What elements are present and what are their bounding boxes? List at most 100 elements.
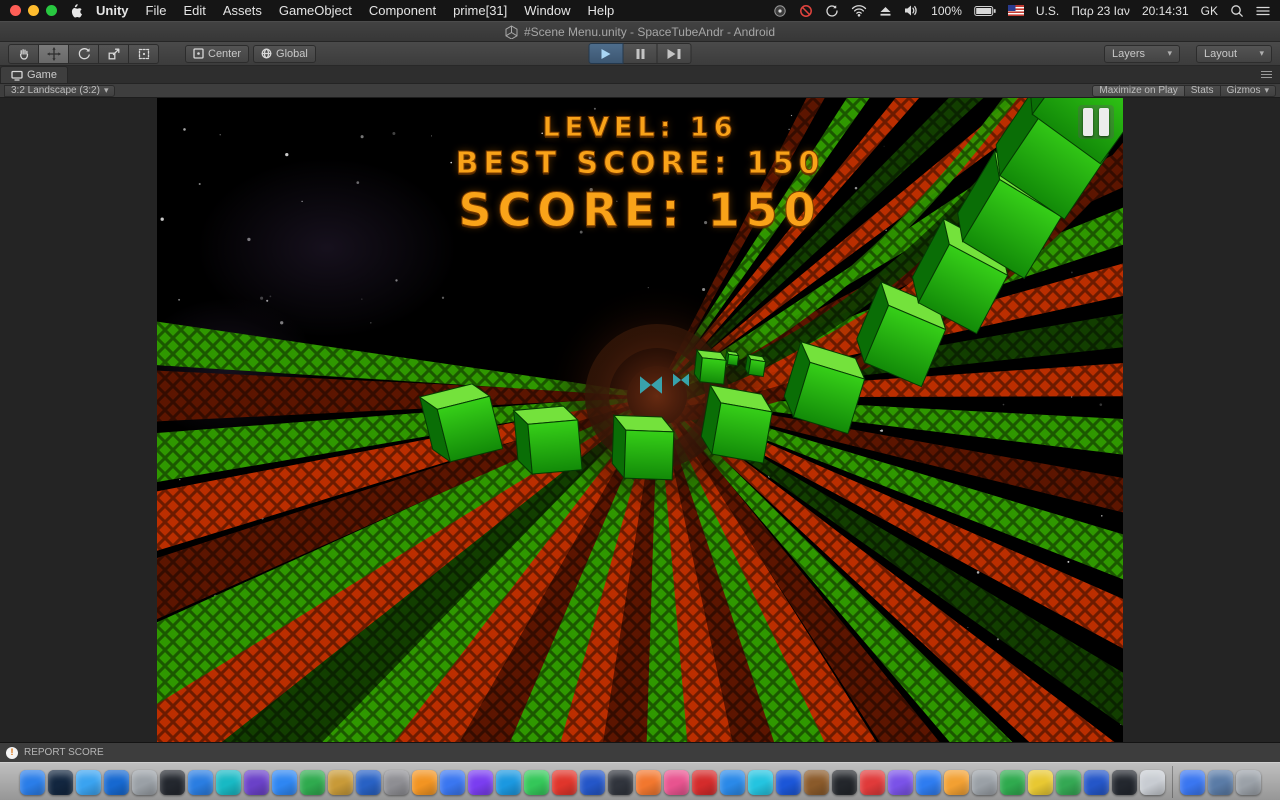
menu-help[interactable]: Help (588, 3, 615, 18)
minimize-button[interactable] (28, 5, 39, 16)
dock-icon-29[interactable] (804, 770, 829, 795)
dock-icon-6[interactable] (160, 770, 185, 795)
spotlight-icon[interactable] (1230, 4, 1244, 18)
menubar-clock[interactable]: 20:14:31 (1142, 4, 1189, 18)
keyboard-layout-label[interactable]: U.S. (1036, 4, 1059, 18)
dock-icon-4[interactable] (104, 770, 129, 795)
menubar-app-icon[interactable] (773, 4, 787, 18)
menubar-date[interactable]: Παρ 23 Ιαν (1071, 4, 1130, 18)
chevron-down-icon: ▾ (1264, 86, 1269, 95)
dock-icon-31[interactable] (860, 770, 885, 795)
rotate-tool-button[interactable] (69, 44, 99, 64)
dock-icon-20[interactable] (552, 770, 577, 795)
notification-center-icon[interactable] (1256, 5, 1270, 17)
scale-tool-button[interactable] (99, 44, 129, 64)
apple-menu[interactable] (69, 3, 82, 18)
keyboard-layout-flag-icon[interactable] (1008, 5, 1024, 16)
pivot-toggle-button[interactable]: Center (185, 45, 249, 63)
dock-icon-36[interactable] (1000, 770, 1025, 795)
space-toggle-button[interactable]: Global (253, 45, 316, 63)
battery-icon[interactable] (974, 5, 996, 17)
menu-file[interactable]: File (146, 3, 167, 18)
hand-tool-button[interactable] (8, 44, 39, 64)
dock-icon-14[interactable] (384, 770, 409, 795)
dock-icon-21[interactable] (580, 770, 605, 795)
dock-icon-3[interactable] (76, 770, 101, 795)
console-status-bar[interactable]: ! REPORT SCORE (0, 742, 1280, 762)
dock-icon-15[interactable] (412, 770, 437, 795)
dock-icon-43[interactable] (1208, 770, 1233, 795)
dock-icon-1[interactable] (20, 770, 45, 795)
close-button[interactable] (10, 5, 21, 16)
dock-icon-23[interactable] (636, 770, 661, 795)
dock-icon-16[interactable] (440, 770, 465, 795)
dock-icon-11[interactable] (300, 770, 325, 795)
user-menu[interactable]: GK (1201, 4, 1218, 18)
menu-gameobject[interactable]: GameObject (279, 3, 352, 18)
dock-icon-22[interactable] (608, 770, 633, 795)
layers-dropdown[interactable]: Layers ▾ (1104, 45, 1180, 63)
dock-icon-44[interactable] (1236, 770, 1261, 795)
dock-icon-37[interactable] (1028, 770, 1053, 795)
step-button[interactable] (658, 43, 692, 64)
eject-icon[interactable] (879, 5, 892, 17)
dock-icon-40[interactable] (1112, 770, 1137, 795)
dock-icon-5[interactable] (132, 770, 157, 795)
dock-icon-12[interactable] (328, 770, 353, 795)
aspect-dropdown[interactable]: 3:2 Landscape (3:2) ▾ (4, 85, 115, 97)
stats-button[interactable]: Stats (1185, 85, 1221, 97)
dock-icon-8[interactable] (216, 770, 241, 795)
dock-icon-2[interactable] (48, 770, 73, 795)
dock-icon-7[interactable] (188, 770, 213, 795)
dock-icon-25[interactable] (692, 770, 717, 795)
tab-menu-icon[interactable] (1261, 71, 1272, 78)
menu-window[interactable]: Window (524, 3, 570, 18)
time-machine-icon[interactable] (825, 4, 839, 18)
dock-icon-38[interactable] (1056, 770, 1081, 795)
dock-icon-32[interactable] (888, 770, 913, 795)
dock-icon-42[interactable] (1180, 770, 1205, 795)
gizmos-label: Gizmos (1227, 85, 1261, 96)
dock-icon-17[interactable] (468, 770, 493, 795)
rect-tool-button[interactable] (129, 44, 159, 64)
dock-icon-27[interactable] (748, 770, 773, 795)
menu-prime-31-[interactable]: prime[31] (453, 3, 507, 18)
dock-icon-24[interactable] (664, 770, 689, 795)
space-label: Global (276, 48, 308, 60)
menu-edit[interactable]: Edit (183, 3, 205, 18)
gizmos-dropdown[interactable]: Gizmos ▾ (1221, 85, 1276, 97)
dock-icon-26[interactable] (720, 770, 745, 795)
window-title: #Scene Menu.unity - SpaceTubeAndr - Andr… (524, 25, 775, 39)
volume-icon[interactable] (904, 4, 919, 17)
do-not-disturb-icon[interactable] (799, 4, 813, 18)
play-button[interactable] (589, 43, 624, 64)
pivot-label: Center (208, 48, 241, 60)
game-viewport[interactable]: LEVEL: 16 BEST SCORE: 150 SCORE: 150 (157, 98, 1123, 742)
zoom-button[interactable] (46, 5, 57, 16)
dock-icon-9[interactable] (244, 770, 269, 795)
workspace: LEVEL: 16 BEST SCORE: 150 SCORE: 150 (0, 98, 1280, 742)
menu-unity[interactable]: Unity (96, 3, 129, 18)
dock-icon-35[interactable] (972, 770, 997, 795)
wifi-icon[interactable] (851, 4, 867, 17)
dock-icon-33[interactable] (916, 770, 941, 795)
dock-icon-10[interactable] (272, 770, 297, 795)
dock-icon-13[interactable] (356, 770, 381, 795)
move-tool-button[interactable] (39, 44, 69, 64)
menu-assets[interactable]: Assets (223, 3, 262, 18)
layout-dropdown[interactable]: Layout ▾ (1196, 45, 1272, 63)
game-pause-button[interactable] (1078, 105, 1114, 139)
maximize-on-play-button[interactable]: Maximize on Play (1092, 85, 1184, 97)
dock-icon-19[interactable] (524, 770, 549, 795)
tab-game[interactable]: Game (0, 66, 68, 83)
dock-icon-41[interactable] (1140, 770, 1165, 795)
dock-icon-39[interactable] (1084, 770, 1109, 795)
hud-best-score: BEST SCORE: 150 (157, 146, 1123, 181)
dock-icon-34[interactable] (944, 770, 969, 795)
globe-icon (261, 48, 272, 59)
dock-icon-18[interactable] (496, 770, 521, 795)
pause-button[interactable] (624, 43, 658, 64)
menu-component[interactable]: Component (369, 3, 436, 18)
dock-icon-28[interactable] (776, 770, 801, 795)
dock-icon-30[interactable] (832, 770, 857, 795)
